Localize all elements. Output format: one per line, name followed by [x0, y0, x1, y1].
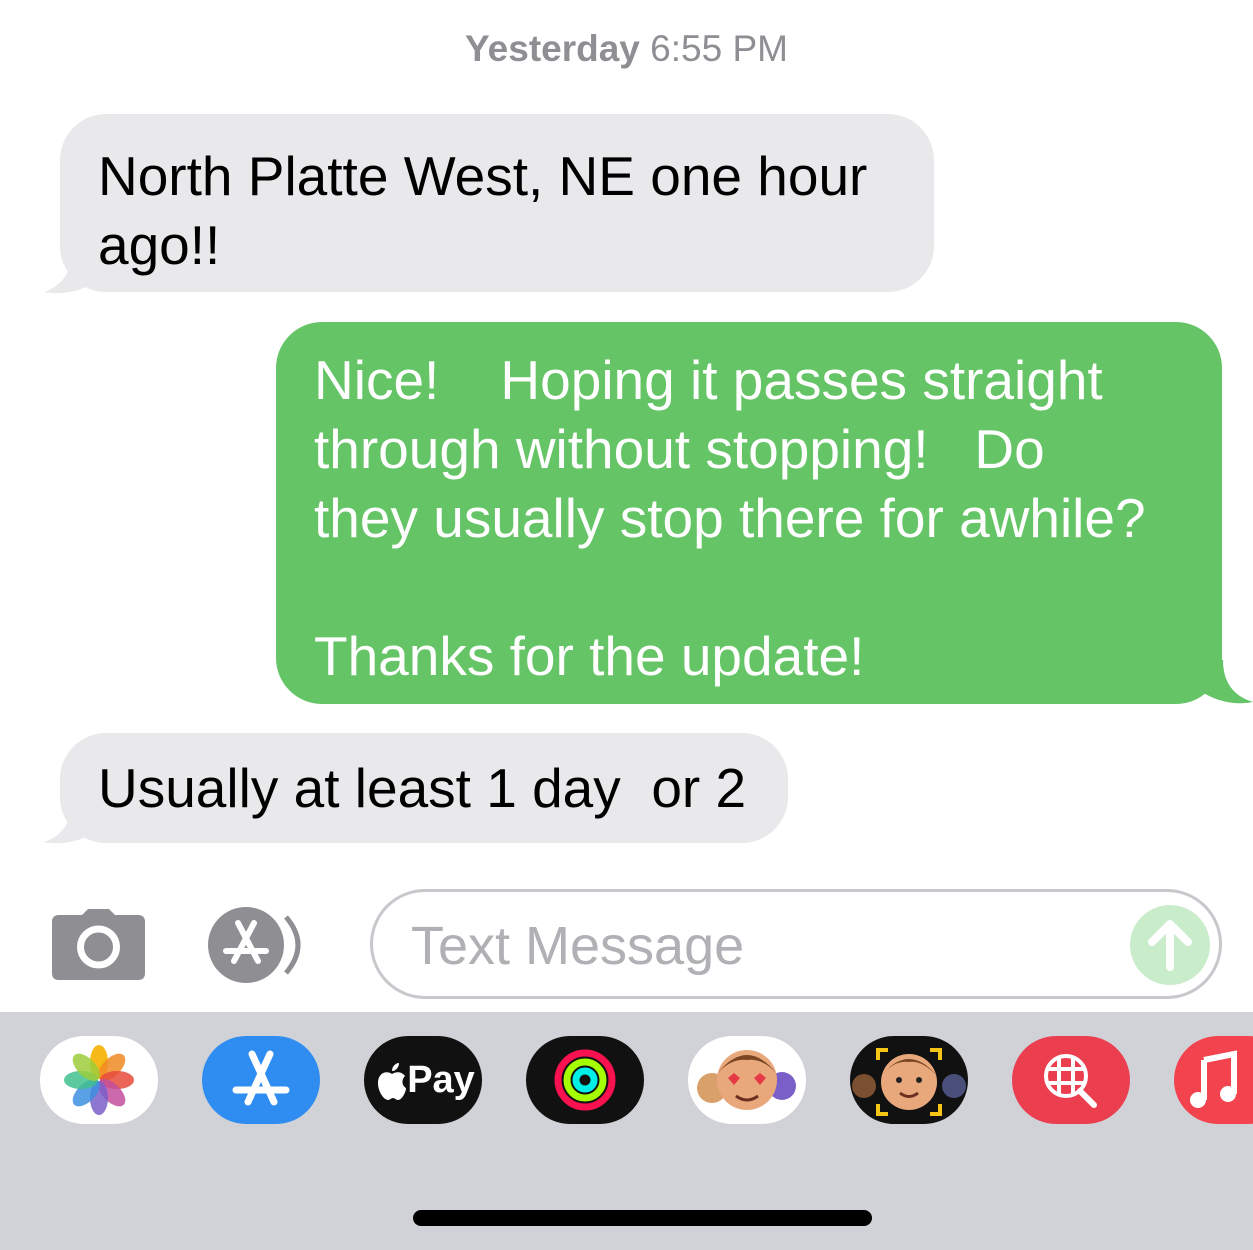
conversation-timestamp: Yesterday 6:55 PM	[0, 28, 1253, 70]
camera-button[interactable]	[52, 909, 145, 980]
app-store-icon	[232, 1050, 290, 1106]
images-search-app-button[interactable]	[1012, 1036, 1130, 1124]
incoming-message-bubble[interactable]: Usually at least 1 day or 2	[60, 733, 788, 843]
text-message-input[interactable]	[409, 910, 1113, 982]
memoji-stickers-icon	[697, 1050, 796, 1110]
incoming-message-bubble[interactable]: North Platte West, NE one hour ago!!	[60, 114, 934, 292]
memoji-face-icon	[852, 1048, 966, 1116]
photos-icon	[64, 1045, 134, 1115]
timestamp-time: 6:55 PM	[650, 28, 788, 69]
memoji-app-button[interactable]	[850, 1036, 968, 1124]
activity-app-button[interactable]	[526, 1036, 644, 1124]
music-app-button[interactable]	[1174, 1036, 1253, 1124]
app-store-icon	[208, 907, 301, 983]
arrow-up-icon	[1148, 920, 1192, 971]
timestamp-day: Yesterday	[465, 28, 640, 69]
app-store-app-button[interactable]	[202, 1036, 320, 1124]
photos-app-button[interactable]	[40, 1036, 158, 1124]
send-button[interactable]	[1130, 905, 1210, 985]
apple-pay-app-button[interactable]: Pay	[364, 1036, 482, 1124]
apps-button[interactable]	[208, 907, 320, 983]
apple-pay-label: Pay	[407, 1059, 475, 1101]
outgoing-message-bubble[interactable]: Nice! Hoping it passes straight through …	[276, 322, 1222, 704]
activity-rings-icon	[554, 1049, 616, 1111]
music-note-icon	[1190, 1050, 1237, 1108]
message-composer	[0, 885, 1253, 1005]
text-message-field[interactable]	[370, 889, 1222, 999]
camera-icon	[52, 909, 145, 980]
home-indicator[interactable]	[413, 1210, 872, 1226]
globe-search-icon	[1044, 1054, 1097, 1108]
memoji-stickers-app-button[interactable]	[688, 1036, 806, 1124]
